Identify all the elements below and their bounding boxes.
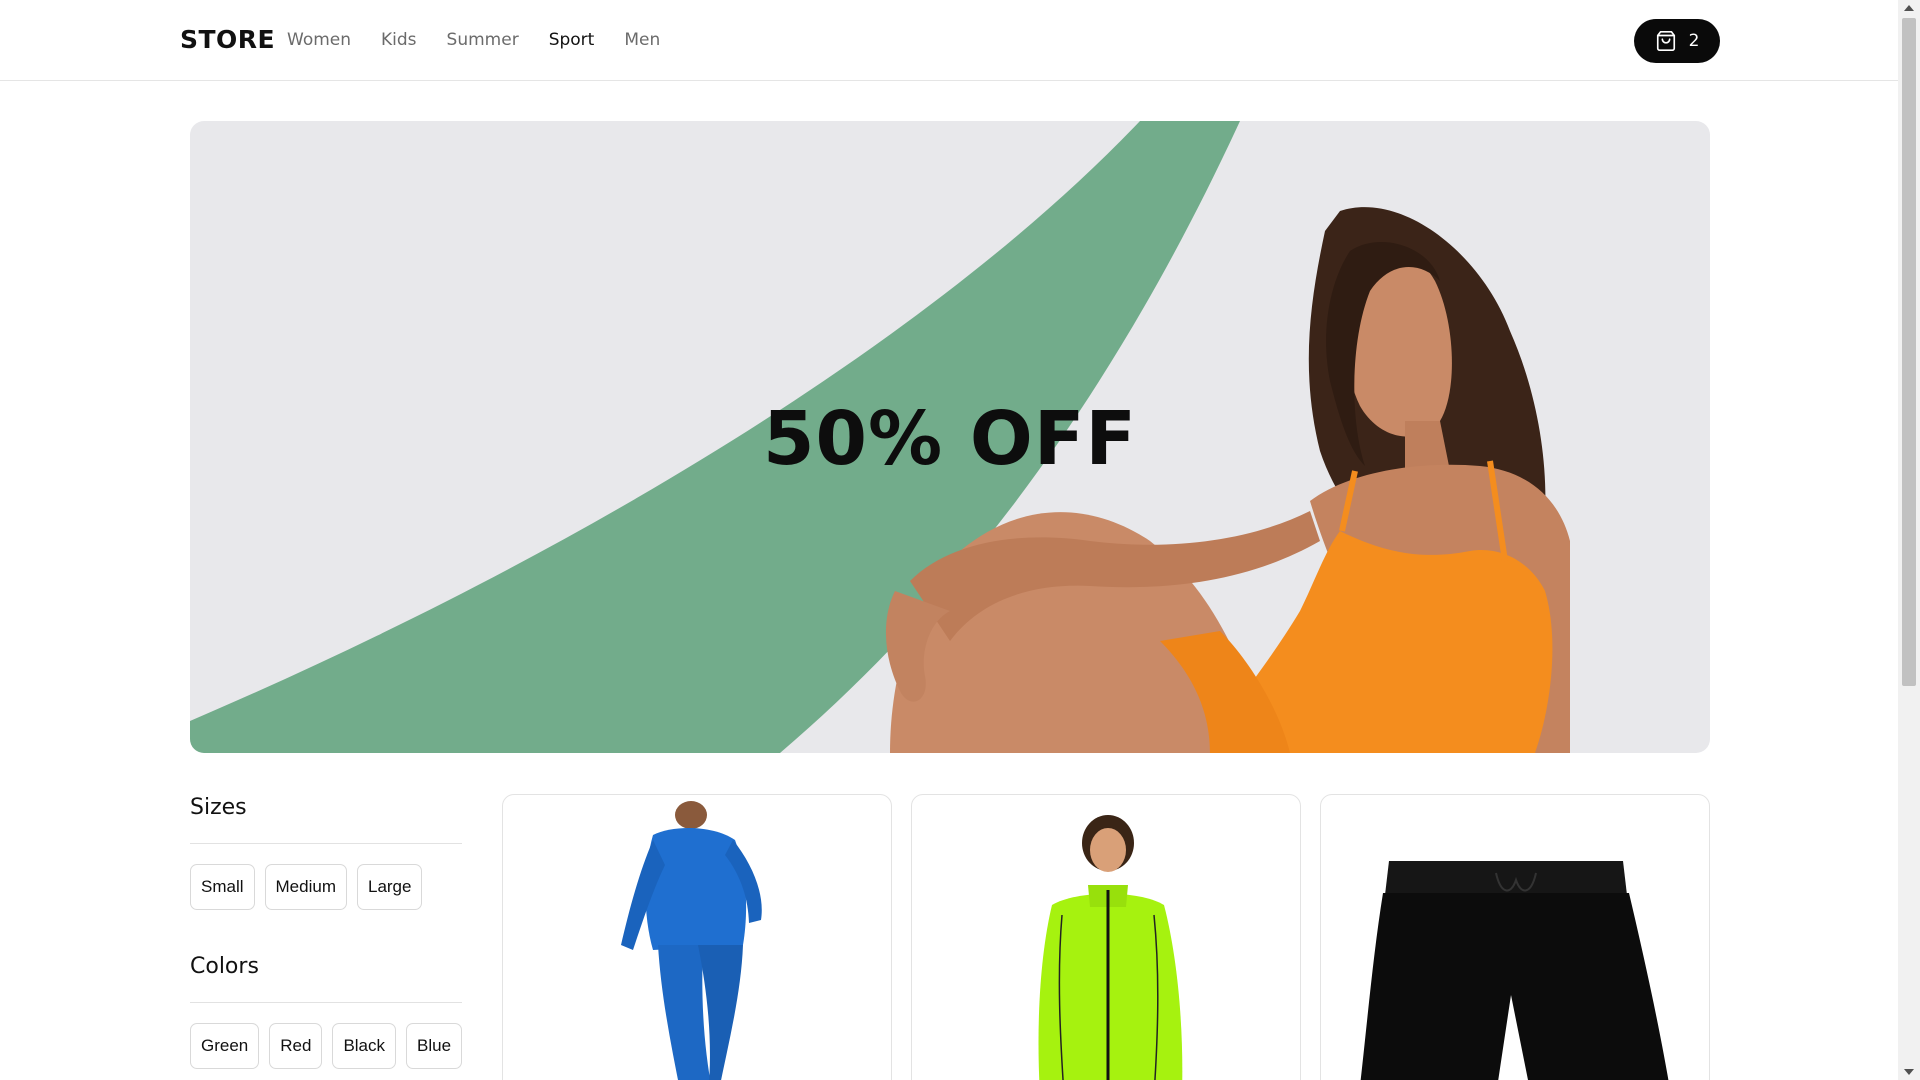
size-chip-medium[interactable]: Medium <box>264 864 347 910</box>
cart-count: 2 <box>1688 31 1700 51</box>
color-chip-green[interactable]: Green <box>190 1023 260 1069</box>
hero-banner[interactable]: 50% OFF <box>190 121 1710 753</box>
sizes-heading: Sizes <box>190 795 247 820</box>
color-chip-black[interactable]: Black <box>332 1023 397 1069</box>
neon-green-jacket-image <box>1038 815 1183 1080</box>
nav-link-summer[interactable]: Summer <box>447 30 519 50</box>
product-card[interactable] <box>502 794 892 1080</box>
colors-divider <box>190 1002 462 1003</box>
nav-link-men[interactable]: Men <box>624 30 660 50</box>
product-card[interactable] <box>911 794 1301 1080</box>
filters-sidebar: Sizes Small Medium Large Colors Green Re… <box>190 795 463 1080</box>
color-options: Green Red Black Blue <box>190 1023 463 1069</box>
scroll-up-arrow-icon[interactable] <box>1904 5 1914 11</box>
nav-link-women[interactable]: Women <box>287 30 351 50</box>
color-chip-blue[interactable]: Blue <box>406 1023 463 1069</box>
colors-heading: Colors <box>190 954 259 979</box>
store-logo[interactable]: STORE <box>180 25 275 54</box>
size-options: Small Medium Large <box>190 864 462 910</box>
size-chip-large[interactable]: Large <box>356 864 423 910</box>
color-chip-red[interactable]: Red <box>269 1023 323 1069</box>
main-nav: Women Kids Summer Sport Men <box>287 30 660 50</box>
nav-link-sport[interactable]: Sport <box>549 30 595 50</box>
product-card[interactable] <box>1320 794 1710 1080</box>
shopping-bag-icon <box>1656 31 1675 51</box>
site-header: STORE Women Kids Summer Sport Men 2 <box>0 0 1898 81</box>
page-scrollbar[interactable] <box>1898 0 1920 1080</box>
nav-link-kids[interactable]: Kids <box>381 30 417 50</box>
size-chip-small[interactable]: Small <box>190 864 255 910</box>
blue-tracksuit-image <box>621 801 762 1080</box>
hero-headline: 50% OFF <box>763 396 1137 482</box>
scrollbar-thumb[interactable] <box>1902 18 1916 686</box>
black-shorts-image <box>1360 861 1669 1080</box>
sizes-divider <box>190 843 462 844</box>
cart-button[interactable]: 2 <box>1634 19 1720 63</box>
scroll-down-arrow-icon[interactable] <box>1904 1069 1914 1075</box>
